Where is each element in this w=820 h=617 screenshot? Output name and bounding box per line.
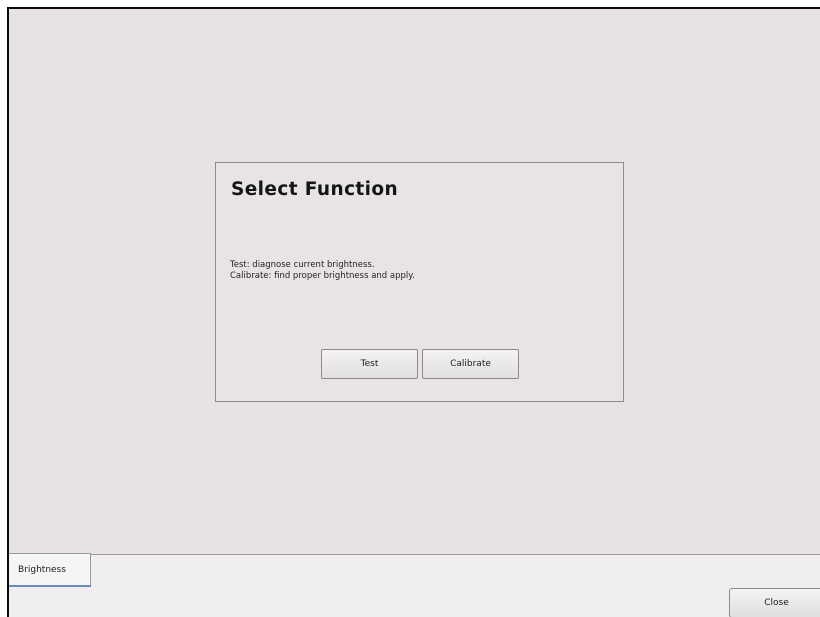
calibrate-button[interactable]: Calibrate	[422, 349, 519, 379]
main-area: Select Function Test: diagnose current b…	[9, 9, 820, 554]
test-button[interactable]: Test	[321, 349, 418, 379]
dialog-description: Test: diagnose current brightness. Calib…	[230, 260, 415, 282]
bottom-bar: Brightness Close	[9, 553, 820, 617]
select-function-dialog: Select Function Test: diagnose current b…	[215, 162, 624, 402]
app-window: Select Function Test: diagnose current b…	[7, 7, 820, 617]
tab-brightness[interactable]: Brightness	[9, 553, 91, 587]
dialog-title: Select Function	[231, 179, 399, 200]
tab-brightness-label: Brightness	[18, 565, 66, 575]
close-button[interactable]: Close	[729, 588, 820, 617]
tab-selected-indicator	[9, 585, 91, 587]
calibrate-description: Calibrate: find proper brightness and ap…	[230, 271, 415, 281]
test-description: Test: diagnose current brightness.	[230, 260, 375, 270]
